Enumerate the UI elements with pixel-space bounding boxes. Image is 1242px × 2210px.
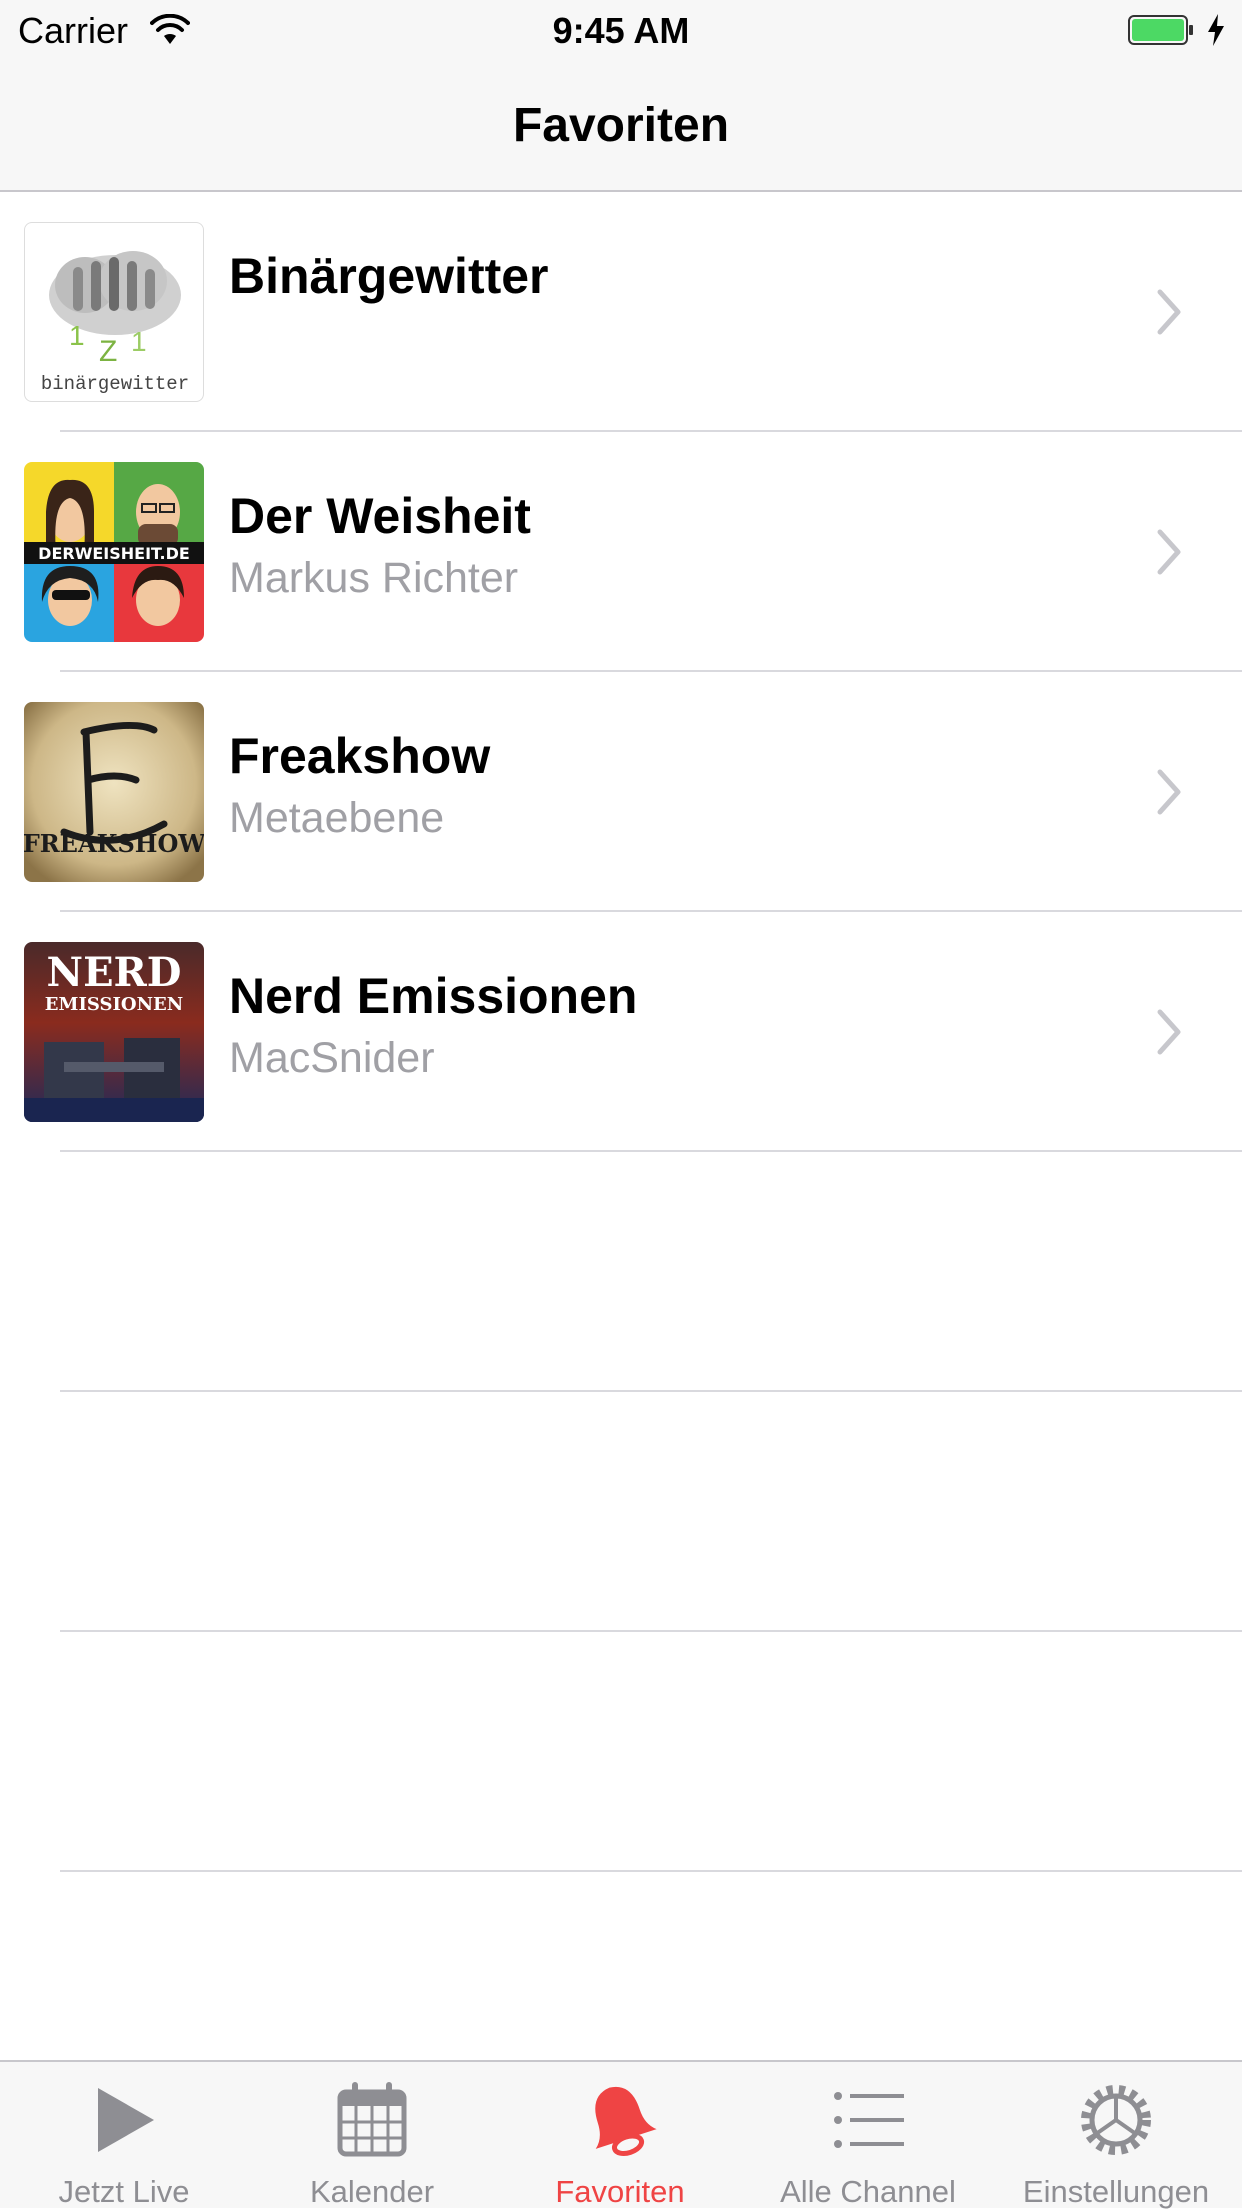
page-title: Favoriten — [512, 99, 730, 152]
tab-favoriten[interactable]: Favoriten — [496, 2062, 744, 2209]
empty-row — [0, 1632, 1242, 1872]
play-icon — [98, 2088, 154, 2152]
tab-label: Einstellungen — [1022, 2174, 1210, 2209]
podcast-subtitle: Markus Richter — [229, 554, 519, 602]
artwork-caption: EMISSIONEN — [45, 994, 183, 1015]
podcast-title: Der Weisheit — [229, 488, 531, 544]
podcast-subtitle: MacSnider — [229, 1034, 435, 1082]
list-item[interactable]: 1 Z 1 binärgewitter Binärgewitter — [0, 192, 1242, 432]
calendar-icon — [337, 2082, 407, 2157]
podcast-artwork: NERD EMISSIONEN — [24, 942, 204, 1122]
podcast-title: Binärgewitter — [229, 248, 549, 304]
list-item[interactable]: FREAKSHOW Freakshow Metaebene — [0, 672, 1242, 912]
list-item[interactable]: NERD EMISSIONEN Nerd Emissionen MacSnide… — [0, 912, 1242, 1152]
tab-label: Alle Channel — [780, 2174, 956, 2209]
artwork-caption: DERWEISHEIT.DE — [38, 544, 190, 563]
list-item[interactable]: DERWEISHEIT.DE Der Weisheit Markus Richt… — [0, 432, 1242, 672]
podcast-artwork: 1 Z 1 binärgewitter — [24, 222, 204, 402]
artwork-caption: FREAKSHOW — [24, 829, 204, 858]
podcast-artwork: FREAKSHOW — [24, 702, 204, 882]
chevron-right-icon — [1157, 1009, 1181, 1055]
tab-jetzt-live[interactable]: Jetzt Live — [0, 2062, 248, 2209]
tab-einstellungen[interactable]: Einstellungen — [992, 2062, 1240, 2209]
status-bar: Carrier 9:45 AM — [0, 0, 1242, 60]
artwork-caption: NERD — [47, 949, 182, 996]
podcast-artwork: DERWEISHEIT.DE — [24, 462, 204, 642]
tab-bar: Jetzt Live Kalender Favoriten Alle Chann… — [0, 2060, 1242, 2209]
list-icon — [834, 2092, 904, 2148]
svg-text:1: 1 — [131, 326, 147, 357]
tab-label: Jetzt Live — [58, 2174, 190, 2209]
chevron-right-icon — [1157, 769, 1181, 815]
podcast-subtitle: Metaebene — [229, 794, 445, 842]
charging-icon — [1208, 14, 1224, 46]
empty-row — [0, 1392, 1242, 1632]
svg-text:1: 1 — [69, 320, 85, 351]
chevron-right-icon — [1157, 289, 1181, 335]
tab-alle-channel[interactable]: Alle Channel — [744, 2062, 992, 2209]
podcast-title: Freakshow — [229, 728, 491, 784]
favorites-list: 1 Z 1 binärgewitter Binärgewitter DERWEI… — [0, 192, 1242, 1872]
status-time: 9:45 AM — [552, 10, 690, 51]
gear-icon — [1081, 2085, 1151, 2155]
podcast-title: Nerd Emissionen — [229, 968, 638, 1024]
bell-icon — [595, 2086, 657, 2156]
artwork-caption: binärgewitter — [41, 373, 189, 395]
chevron-right-icon — [1157, 529, 1181, 575]
tab-label: Favoriten — [555, 2174, 685, 2209]
navigation-bar: Favoriten — [0, 60, 1242, 192]
tab-kalender[interactable]: Kalender — [248, 2062, 496, 2209]
empty-row — [0, 1152, 1242, 1392]
tab-label: Kalender — [309, 2174, 435, 2209]
cloud-logo-icon: 1 Z 1 binärgewitter — [41, 251, 189, 395]
battery-icon — [1128, 15, 1193, 45]
svg-text:Z: Z — [99, 335, 117, 368]
